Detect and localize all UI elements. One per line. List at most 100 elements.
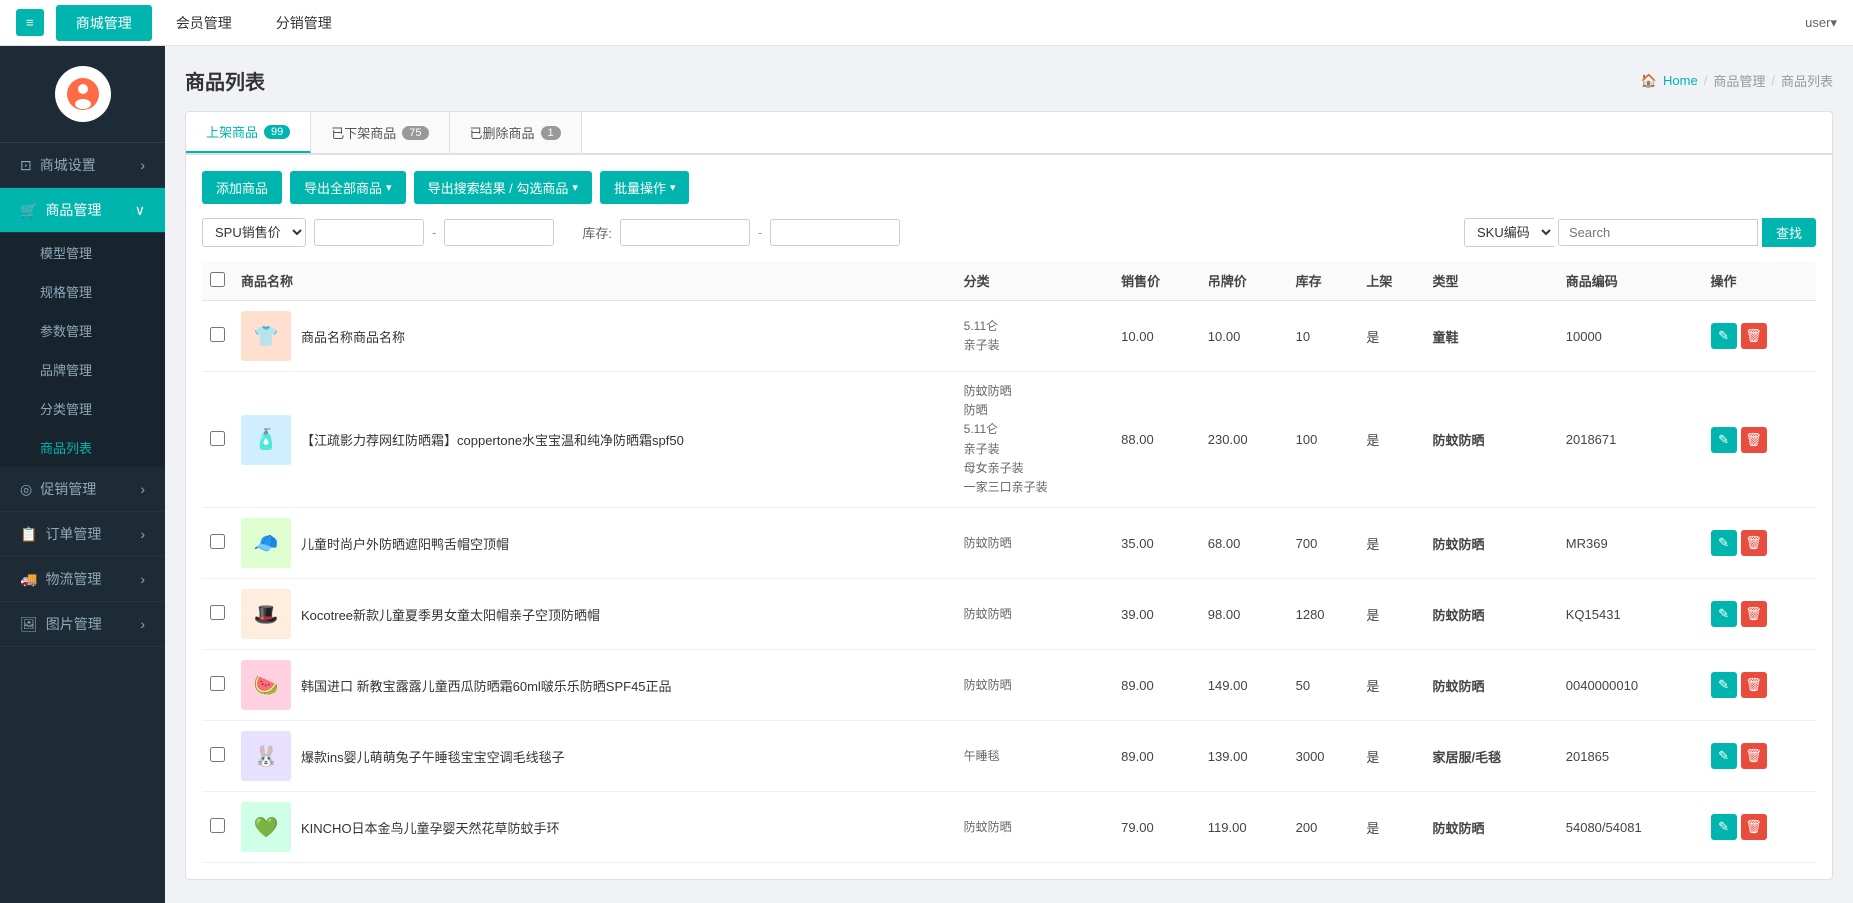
edit-button-2[interactable]: ✎ bbox=[1711, 530, 1737, 556]
select-all-checkbox[interactable] bbox=[210, 272, 225, 287]
export-search-button[interactable]: 导出搜索结果 / 勾选商品 bbox=[414, 171, 592, 204]
product-actions-0: ✎ 🗑 bbox=[1703, 301, 1816, 372]
user-menu[interactable]: user▾ bbox=[1805, 15, 1837, 31]
product-tag-price-3: 98.00 bbox=[1200, 579, 1288, 650]
row-checkbox-3[interactable] bbox=[210, 605, 225, 620]
product-type-5: 家居服/毛毯 bbox=[1425, 721, 1558, 792]
product-name-text-5: 爆款ins婴儿萌萌兔子午睡毯宝宝空调毛线毯子 bbox=[301, 747, 565, 766]
product-code-3: KQ15431 bbox=[1558, 579, 1703, 650]
edit-button-1[interactable]: ✎ bbox=[1711, 427, 1737, 453]
product-image-5: 🐰 bbox=[241, 731, 291, 781]
delete-button-0[interactable]: 🗑 bbox=[1741, 323, 1767, 349]
sidebar-sub-param[interactable]: 参数管理 bbox=[0, 311, 165, 350]
sidebar-sub-product-list[interactable]: 商品列表 bbox=[0, 428, 165, 467]
product-actions-2: ✎ 🗑 bbox=[1703, 508, 1816, 579]
sidebar-sub-brand[interactable]: 品牌管理 bbox=[0, 350, 165, 389]
product-image-0: 👕 bbox=[241, 311, 291, 361]
delete-button-3[interactable]: 🗑 bbox=[1741, 601, 1767, 627]
filter-row: SPU销售价 商品名称 商品编码 - 库存: - SKU编码 商品编码 查找 bbox=[202, 218, 1816, 247]
product-on-sale-6: 是 bbox=[1358, 792, 1424, 863]
sidebar-item-promotion[interactable]: ◎ 促销管理 › bbox=[0, 467, 165, 512]
search-button[interactable]: 查找 bbox=[1762, 218, 1816, 247]
product-code-5: 201865 bbox=[1558, 721, 1703, 792]
nav-tab-shop[interactable]: 商城管理 bbox=[56, 5, 152, 41]
sidebar-item-images[interactable]: 🖼 图片管理 › bbox=[0, 602, 165, 647]
sidebar-logo bbox=[0, 46, 165, 143]
product-category-0: 5.11仑亲子装 bbox=[956, 301, 1114, 372]
menu-toggle-button[interactable]: ≡ bbox=[16, 9, 44, 36]
chevron-right-icon-4: › bbox=[140, 571, 145, 587]
sidebar-item-logistics[interactable]: 🚚 物流管理 › bbox=[0, 557, 165, 602]
table-row: 👕 商品名称商品名称 5.11仑亲子装 10.00 10.00 10 是 童鞋 … bbox=[202, 301, 1816, 372]
breadcrumb-home[interactable]: Home bbox=[1663, 73, 1698, 88]
row-checkbox-cell bbox=[202, 792, 233, 863]
images-icon: 🖼 bbox=[20, 616, 38, 633]
filter-select[interactable]: SPU销售价 商品名称 商品编码 bbox=[202, 218, 306, 247]
row-checkbox-cell bbox=[202, 508, 233, 579]
product-code-6: 54080/54081 bbox=[1558, 792, 1703, 863]
sidebar-sub-model[interactable]: 模型管理 bbox=[0, 233, 165, 272]
edit-button-3[interactable]: ✎ bbox=[1711, 601, 1737, 627]
product-image-4: 🍉 bbox=[241, 660, 291, 710]
row-checkbox-6[interactable] bbox=[210, 818, 225, 833]
product-name-text-6: KINCHO日本金鸟儿童孕婴天然花草防蚊手环 bbox=[301, 818, 560, 837]
filter-range-from[interactable] bbox=[314, 219, 424, 246]
stock-from[interactable] bbox=[620, 219, 750, 246]
product-type-1: 防蚊防晒 bbox=[1425, 372, 1558, 508]
product-name-text-1: 【江疏影力荐网红防晒霜】coppertone水宝宝温和纯净防晒霜spf50 bbox=[301, 430, 684, 449]
row-checkbox-2[interactable] bbox=[210, 534, 225, 549]
edit-button-5[interactable]: ✎ bbox=[1711, 743, 1737, 769]
sidebar-label-promotion: 促销管理 bbox=[40, 479, 96, 499]
product-actions-1: ✎ 🗑 bbox=[1703, 372, 1816, 508]
row-checkbox-cell bbox=[202, 301, 233, 372]
tab-off-sale-label: 已下架商品 bbox=[331, 123, 396, 142]
home-icon: 🏠 bbox=[1641, 73, 1657, 89]
edit-button-4[interactable]: ✎ bbox=[1711, 672, 1737, 698]
search-input[interactable] bbox=[1558, 219, 1758, 246]
sidebar-sub-category[interactable]: 分类管理 bbox=[0, 389, 165, 428]
product-on-sale-2: 是 bbox=[1358, 508, 1424, 579]
top-nav: ≡ 商城管理 会员管理 分销管理 user▾ bbox=[0, 0, 1853, 46]
add-product-button[interactable]: 添加商品 bbox=[202, 171, 282, 204]
product-name-cell: 🐰 爆款ins婴儿萌萌兔子午睡毯宝宝空调毛线毯子 bbox=[233, 721, 956, 792]
batch-op-button[interactable]: 批量操作 bbox=[600, 171, 690, 204]
export-all-button[interactable]: 导出全部商品 bbox=[290, 171, 406, 204]
sidebar-item-shop-settings[interactable]: ⊡ 商城设置 › bbox=[0, 143, 165, 188]
row-checkbox-1[interactable] bbox=[210, 431, 225, 446]
product-type-0: 童鞋 bbox=[1425, 301, 1558, 372]
tab-on-sale[interactable]: 上架商品 99 bbox=[186, 112, 311, 153]
delete-button-1[interactable]: 🗑 bbox=[1741, 427, 1767, 453]
row-checkbox-4[interactable] bbox=[210, 676, 225, 691]
row-checkbox-5[interactable] bbox=[210, 747, 225, 762]
delete-button-5[interactable]: 🗑 bbox=[1741, 743, 1767, 769]
sidebar-label-shop-settings: 商城设置 bbox=[40, 155, 96, 175]
table-row: 🧢 儿童时尚户外防晒遮阳鸭舌帽空顶帽 防蚊防晒 35.00 68.00 700 … bbox=[202, 508, 1816, 579]
product-code-4: 0040000010 bbox=[1558, 650, 1703, 721]
product-category-2: 防蚊防晒 bbox=[956, 508, 1114, 579]
th-actions: 操作 bbox=[1703, 261, 1816, 301]
sidebar-sub-spec[interactable]: 规格管理 bbox=[0, 272, 165, 311]
product-type-4: 防蚊防晒 bbox=[1425, 650, 1558, 721]
filter-range-to[interactable] bbox=[444, 219, 554, 246]
delete-button-2[interactable]: 🗑 bbox=[1741, 530, 1767, 556]
breadcrumb: 🏠 Home / 商品管理 / 商品列表 bbox=[1641, 71, 1833, 90]
product-sale-price-0: 10.00 bbox=[1113, 301, 1200, 372]
delete-button-6[interactable]: 🗑 bbox=[1741, 814, 1767, 840]
product-name-cell: 🧢 儿童时尚户外防晒遮阳鸭舌帽空顶帽 bbox=[233, 508, 956, 579]
nav-tab-distribution[interactable]: 分销管理 bbox=[256, 5, 352, 41]
delete-button-4[interactable]: 🗑 bbox=[1741, 672, 1767, 698]
stock-to[interactable] bbox=[770, 219, 900, 246]
sidebar-label-orders: 订单管理 bbox=[45, 524, 101, 544]
tab-off-sale[interactable]: 已下架商品 75 bbox=[311, 112, 449, 153]
sidebar-item-product-management[interactable]: 🛒 商品管理 ∨ bbox=[0, 188, 165, 233]
edit-button-0[interactable]: ✎ bbox=[1711, 323, 1737, 349]
edit-button-6[interactable]: ✎ bbox=[1711, 814, 1737, 840]
tab-deleted[interactable]: 已删除商品 1 bbox=[450, 112, 582, 153]
row-checkbox-0[interactable] bbox=[210, 327, 225, 342]
product-code-1: 2018671 bbox=[1558, 372, 1703, 508]
sku-search-type[interactable]: SKU编码 商品编码 bbox=[1464, 218, 1554, 247]
table-row: 🍉 韩国进口 新教宝露露儿童西瓜防晒霜60ml啵乐乐防晒SPF45正品 防蚊防晒… bbox=[202, 650, 1816, 721]
sidebar-item-orders[interactable]: 📋 订单管理 › bbox=[0, 512, 165, 557]
nav-tab-member[interactable]: 会员管理 bbox=[156, 5, 252, 41]
breadcrumb-sep-2: / bbox=[1771, 73, 1775, 88]
